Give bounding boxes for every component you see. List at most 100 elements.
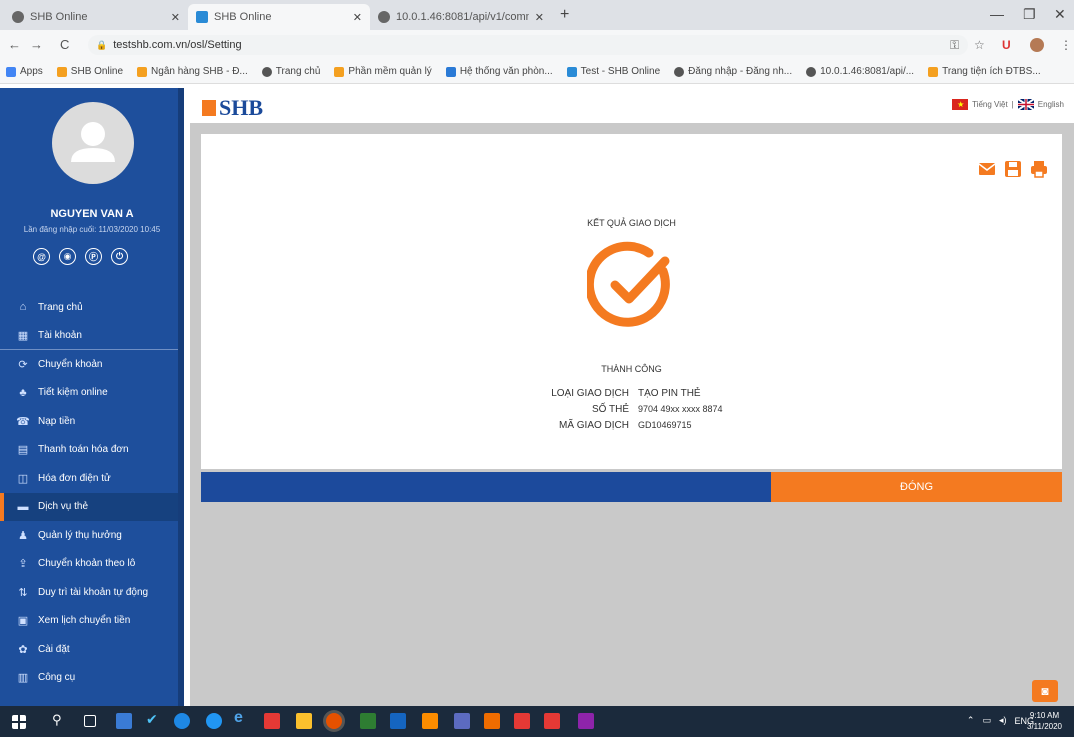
browser-tab-2[interactable]: SHB Online ✕ [188, 4, 370, 30]
result-status: THÀNH CÔNG [601, 364, 662, 374]
sidebar-item-chuyen-khoan[interactable]: ⟳ Chuyển khoản [0, 350, 178, 379]
sidebar-item-duy-tri[interactable]: ⇅ Duy trì tài khoản tự động [0, 578, 178, 607]
reload-icon[interactable]: C [60, 37, 69, 52]
footer-bar [201, 472, 771, 502]
sidebar-item-cai-dat[interactable]: ✿ Cài đặt [0, 635, 178, 664]
email-icon[interactable] [978, 160, 996, 178]
extension-icon[interactable]: U [1002, 38, 1011, 52]
row-label-ma-giao-dich: MÃ GIAO DỊCH [558, 420, 629, 431]
volume-icon[interactable]: ◂) [999, 715, 1007, 726]
sidebar-item-nap-tien[interactable]: ☎ Nạp tiền [0, 407, 178, 436]
close-button[interactable]: ĐÓNG [771, 472, 1062, 502]
app-icon[interactable] [484, 713, 500, 729]
maximize-icon[interactable]: ❐ [1023, 6, 1036, 23]
bookmark-item[interactable]: Đăng nhập - Đăng nh... [674, 66, 792, 77]
savings-icon: ♣ [19, 386, 27, 399]
app-icon[interactable] [454, 713, 470, 729]
close-icon[interactable]: ✕ [171, 11, 180, 24]
transfer-icon: ⟳ [18, 358, 28, 371]
task-view-icon[interactable] [84, 715, 96, 727]
app-s-icon[interactable] [264, 713, 280, 729]
sidebar-item-tai-khoan[interactable]: ▦ Tài khoản [0, 322, 178, 350]
taskbar-app-icon[interactable] [116, 713, 132, 729]
app-s-icon[interactable] [544, 713, 560, 729]
browser-app-icon[interactable] [206, 713, 222, 729]
word-icon[interactable] [390, 713, 406, 729]
bookmark-item[interactable]: Ngân hàng SHB - Đ... [137, 66, 248, 77]
globe-icon [806, 66, 817, 77]
app-icon[interactable] [578, 713, 594, 729]
auto-account-icon: ⇅ [18, 586, 28, 599]
sidebar-item-thanh-toan[interactable]: ▤ Thanh toán hóa đơn [0, 436, 178, 465]
app-s-icon[interactable] [514, 713, 530, 729]
excel-icon[interactable] [360, 713, 376, 729]
avatar[interactable] [52, 102, 134, 184]
shb-favicon-icon [196, 11, 208, 23]
window-close-icon[interactable]: ✕ [1054, 6, 1066, 23]
forward-icon[interactable]: → [30, 37, 43, 52]
sidebar-item-tiet-kiem[interactable]: ♣ Tiết kiệm online [0, 379, 178, 408]
bookmark-item[interactable]: SHB Online [56, 66, 123, 77]
sidebar-item-cong-cu[interactable]: ▥ Công cụ [0, 664, 178, 693]
address-bar[interactable]: 🔒 testshb.com.vn/osl/Setting [88, 35, 968, 55]
uk-flag-icon[interactable] [1017, 99, 1034, 110]
row-value-ma-giao-dich: GD10469715 [638, 420, 692, 430]
chevron-up-icon[interactable]: ⌃ [967, 715, 975, 726]
print-icon[interactable] [1030, 160, 1048, 178]
close-icon[interactable]: ✕ [535, 11, 544, 24]
settings-circle-icon[interactable]: Ⓟ [85, 248, 102, 265]
chrome-icon[interactable] [326, 713, 342, 729]
lang-en[interactable]: English [1038, 100, 1064, 109]
gear-icon: ✿ [18, 643, 28, 656]
bookmark-item[interactable]: Trang chủ [261, 66, 320, 77]
app-icon[interactable] [422, 713, 438, 729]
chat-icon[interactable]: ◙ [1032, 680, 1058, 702]
star-icon[interactable]: ☆ [974, 38, 985, 52]
bookmark-item[interactable]: Phần mềm quản lý [334, 66, 432, 77]
sidebar-scrollbar[interactable] [178, 88, 184, 706]
clock[interactable]: 9:10 AM 3/11/2020 [1027, 710, 1062, 732]
sidebar-item-chuyen-khoan-lo[interactable]: ⇪ Chuyển khoản theo lô [0, 550, 178, 579]
logout-icon[interactable]: ⏻ [111, 248, 128, 265]
profile-icon[interactable]: @ [33, 248, 50, 265]
notes-icon[interactable] [296, 713, 312, 729]
back-icon[interactable]: ← [8, 37, 21, 52]
browser-tab-3[interactable]: 10.0.1.46:8081/api/v1/common/... ✕ [370, 4, 552, 30]
search-icon[interactable]: ⚲ [52, 712, 68, 728]
edge-icon[interactable]: e [234, 709, 250, 726]
shb-logo-mark-icon [202, 100, 216, 116]
bookmark-item[interactable]: Apps [6, 66, 43, 77]
close-icon[interactable]: ✕ [353, 11, 362, 24]
globe-icon [261, 66, 272, 77]
sidebar-item-trang-chu[interactable]: ⌂ Trang chủ [0, 293, 178, 322]
bookmark-item[interactable]: Test - SHB Online [566, 66, 660, 77]
view-icon[interactable]: ◉ [59, 248, 76, 265]
bookmark-item[interactable]: Trang tiện ích ĐTBS... [928, 66, 1041, 77]
menu-dots-icon[interactable]: ⋮ [1060, 38, 1072, 52]
bill-icon: ▤ [17, 444, 29, 457]
key-icon[interactable]: ⚿ [950, 38, 959, 53]
sidebar-item-thu-huong[interactable]: ♟ Quản lý thụ hưởng [0, 521, 178, 550]
last-login: Lần đăng nhập cuối: 11/03/2020 10:45 [23, 225, 161, 234]
lang-vi[interactable]: Tiếng Việt [972, 100, 1008, 109]
shb-logo[interactable]: SHB [202, 95, 263, 121]
browser-tab-1[interactable]: SHB Online ✕ [4, 4, 188, 30]
page-header: SHB ★ Tiếng Việt | English [190, 88, 1074, 123]
save-icon[interactable] [1004, 160, 1022, 178]
vietnam-flag-icon[interactable]: ★ [952, 99, 969, 110]
windows-start-icon[interactable] [12, 715, 26, 729]
new-tab-icon[interactable]: + [560, 6, 569, 24]
sidebar-item-lich-chuyen-tien[interactable]: ▣ Xem lịch chuyển tiền [0, 607, 178, 636]
bookmark-icon [334, 66, 345, 77]
network-icon[interactable]: ▭ [982, 715, 991, 726]
minimize-icon[interactable]: — [990, 6, 1004, 22]
bookmark-item[interactable]: 10.0.1.46:8081/api/... [806, 66, 914, 77]
bookmark-icon [928, 66, 939, 77]
sidebar-item-dich-vu-the[interactable]: ▬ Dịch vụ thẻ [0, 492, 178, 521]
user-name: NGUYEN VAN A [50, 208, 134, 220]
bookmark-item[interactable]: Hệ thống văn phòn... [445, 66, 553, 77]
checkmark-app-icon[interactable]: ✔ [146, 711, 162, 727]
sidebar-item-hoa-don[interactable]: ◫ Hóa đơn điện tử [0, 464, 178, 493]
profile-avatar[interactable] [1030, 38, 1044, 52]
skype-icon[interactable] [174, 713, 190, 729]
